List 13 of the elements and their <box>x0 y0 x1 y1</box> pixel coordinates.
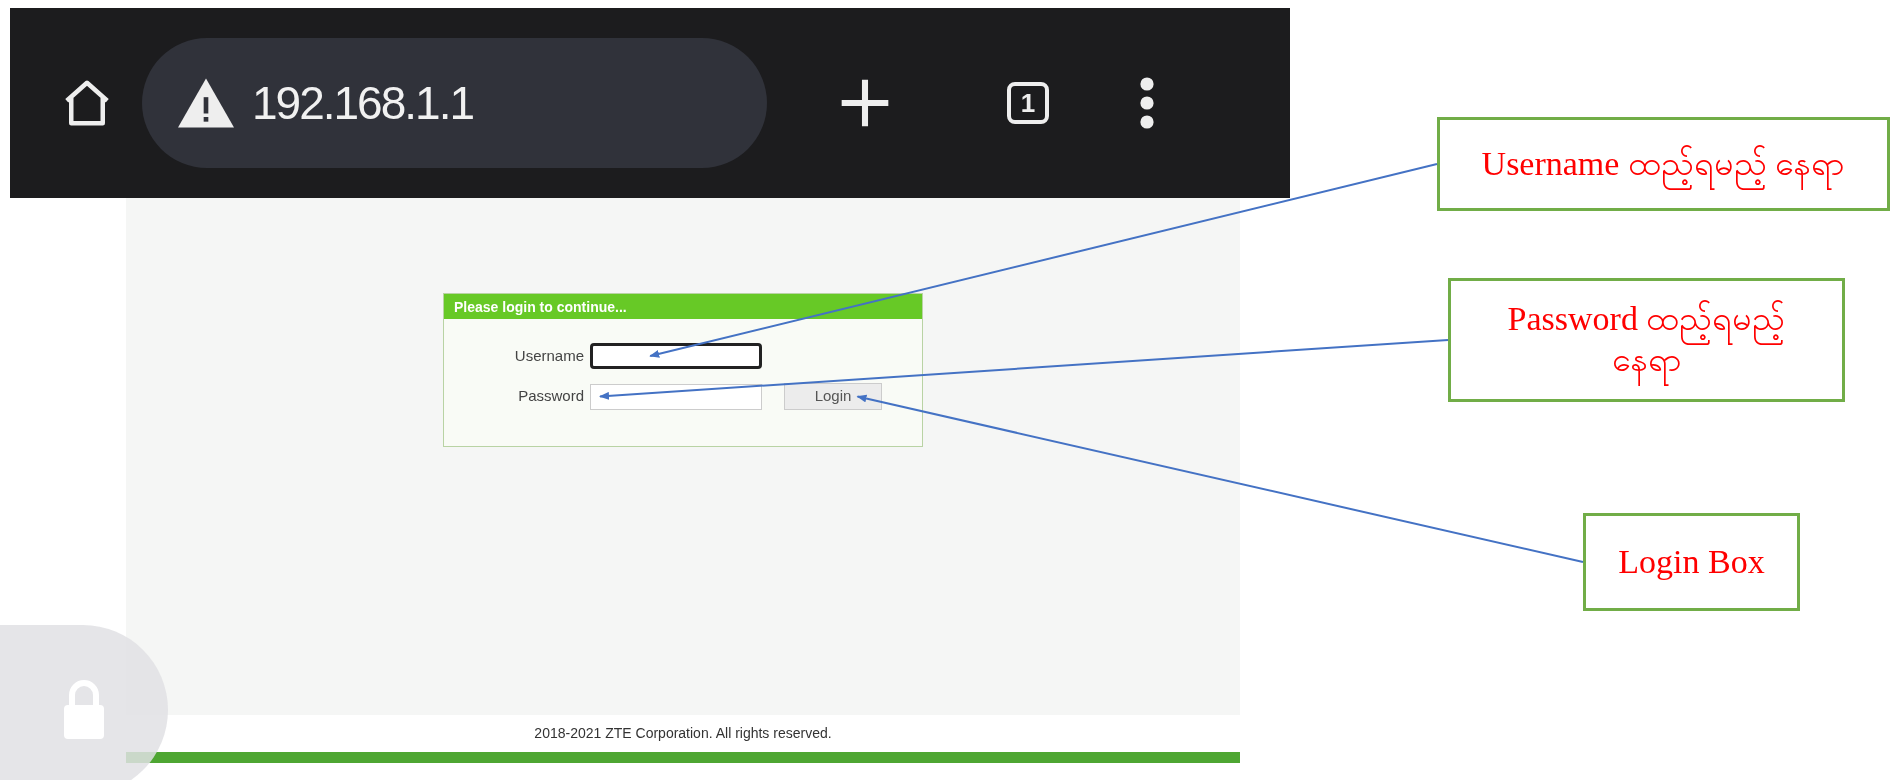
address-bar[interactable]: 192.168.1.1 <box>142 38 767 168</box>
input-field[interactable] <box>590 343 762 369</box>
field-label: Password <box>517 386 584 407</box>
warning-icon <box>178 78 234 128</box>
callout-label: Password ထည့်ရမည့်နေရာ <box>1448 278 1845 402</box>
callout-label: Login Box <box>1583 513 1800 611</box>
menu-icon[interactable] <box>1139 76 1155 130</box>
url-text: 192.168.1.1 <box>252 75 473 131</box>
callout-label: Username ထည့်ရမည့် နေရာ <box>1437 117 1890 211</box>
field-label: Username <box>513 345 584 366</box>
tab-count-button[interactable]: 1 <box>1007 82 1049 124</box>
login-panel-header: Please login to continue... <box>444 294 922 319</box>
login-button[interactable]: Login <box>784 383 882 410</box>
